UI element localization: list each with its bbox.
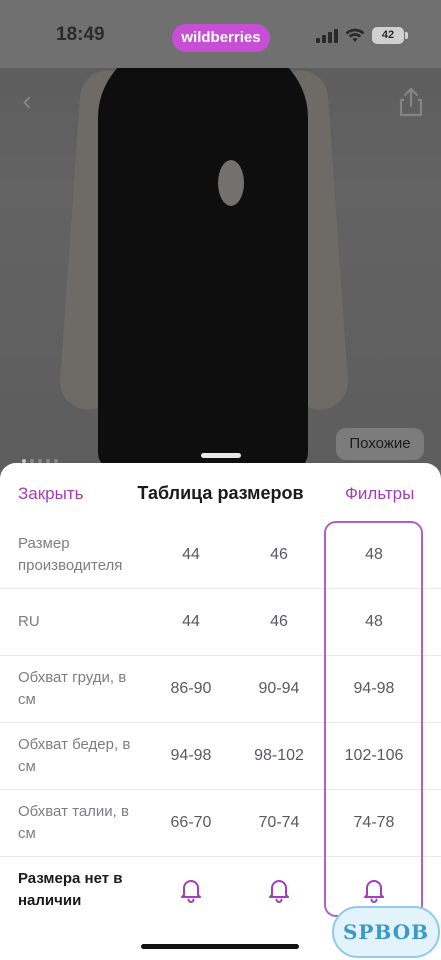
status-bar: 18:49 wildberries 42	[0, 0, 441, 68]
watermark-logo: SPBOB	[332, 906, 440, 958]
bell-icon	[181, 880, 201, 903]
row-label: Размер производителя	[18, 535, 123, 574]
sheet-grabber[interactable]	[201, 453, 241, 458]
photo-pagination	[22, 450, 62, 463]
size-cell: 44	[182, 613, 200, 630]
row-label: Обхват бедер, в см	[18, 736, 131, 775]
size-cell: 46	[270, 546, 288, 563]
back-button[interactable]: ‹	[12, 86, 42, 116]
size-cell: 90-94	[258, 680, 300, 697]
unavailable-label: Размера нет в наличии	[18, 870, 123, 909]
size-cell: 66-70	[170, 814, 212, 831]
row-label: RU	[18, 613, 40, 630]
status-time: 18:49	[56, 24, 105, 45]
home-indicator[interactable]	[141, 944, 299, 949]
share-icon[interactable]	[396, 86, 426, 118]
photo-dress	[98, 40, 308, 470]
product-photo[interactable]	[0, 0, 441, 470]
bell-icon	[269, 880, 289, 903]
row-label: Обхват груди, в см	[18, 669, 127, 708]
filters-button[interactable]: Фильтры	[345, 484, 414, 504]
wifi-icon	[345, 28, 365, 42]
chevron-left-icon: ‹	[22, 85, 32, 116]
similar-button[interactable]: Похожие	[336, 428, 424, 460]
battery-indicator: 42	[372, 27, 408, 44]
notify-button-44[interactable]	[150, 857, 232, 923]
size-cell: 94-98	[170, 747, 212, 764]
size-cell: 98-102	[254, 747, 304, 764]
size-cell: 46	[270, 613, 288, 630]
cellular-signal-icon	[316, 29, 338, 43]
selected-size-highlight	[324, 521, 423, 917]
size-cell: 86-90	[170, 680, 212, 697]
brand-logo: wildberries	[172, 24, 270, 52]
row-label: Обхват талии, в см	[18, 803, 129, 842]
photo-dress-cutout	[218, 160, 244, 206]
notify-button-46[interactable]	[237, 857, 321, 923]
size-cell: 44	[182, 546, 200, 563]
size-cell: 70-74	[258, 814, 300, 831]
